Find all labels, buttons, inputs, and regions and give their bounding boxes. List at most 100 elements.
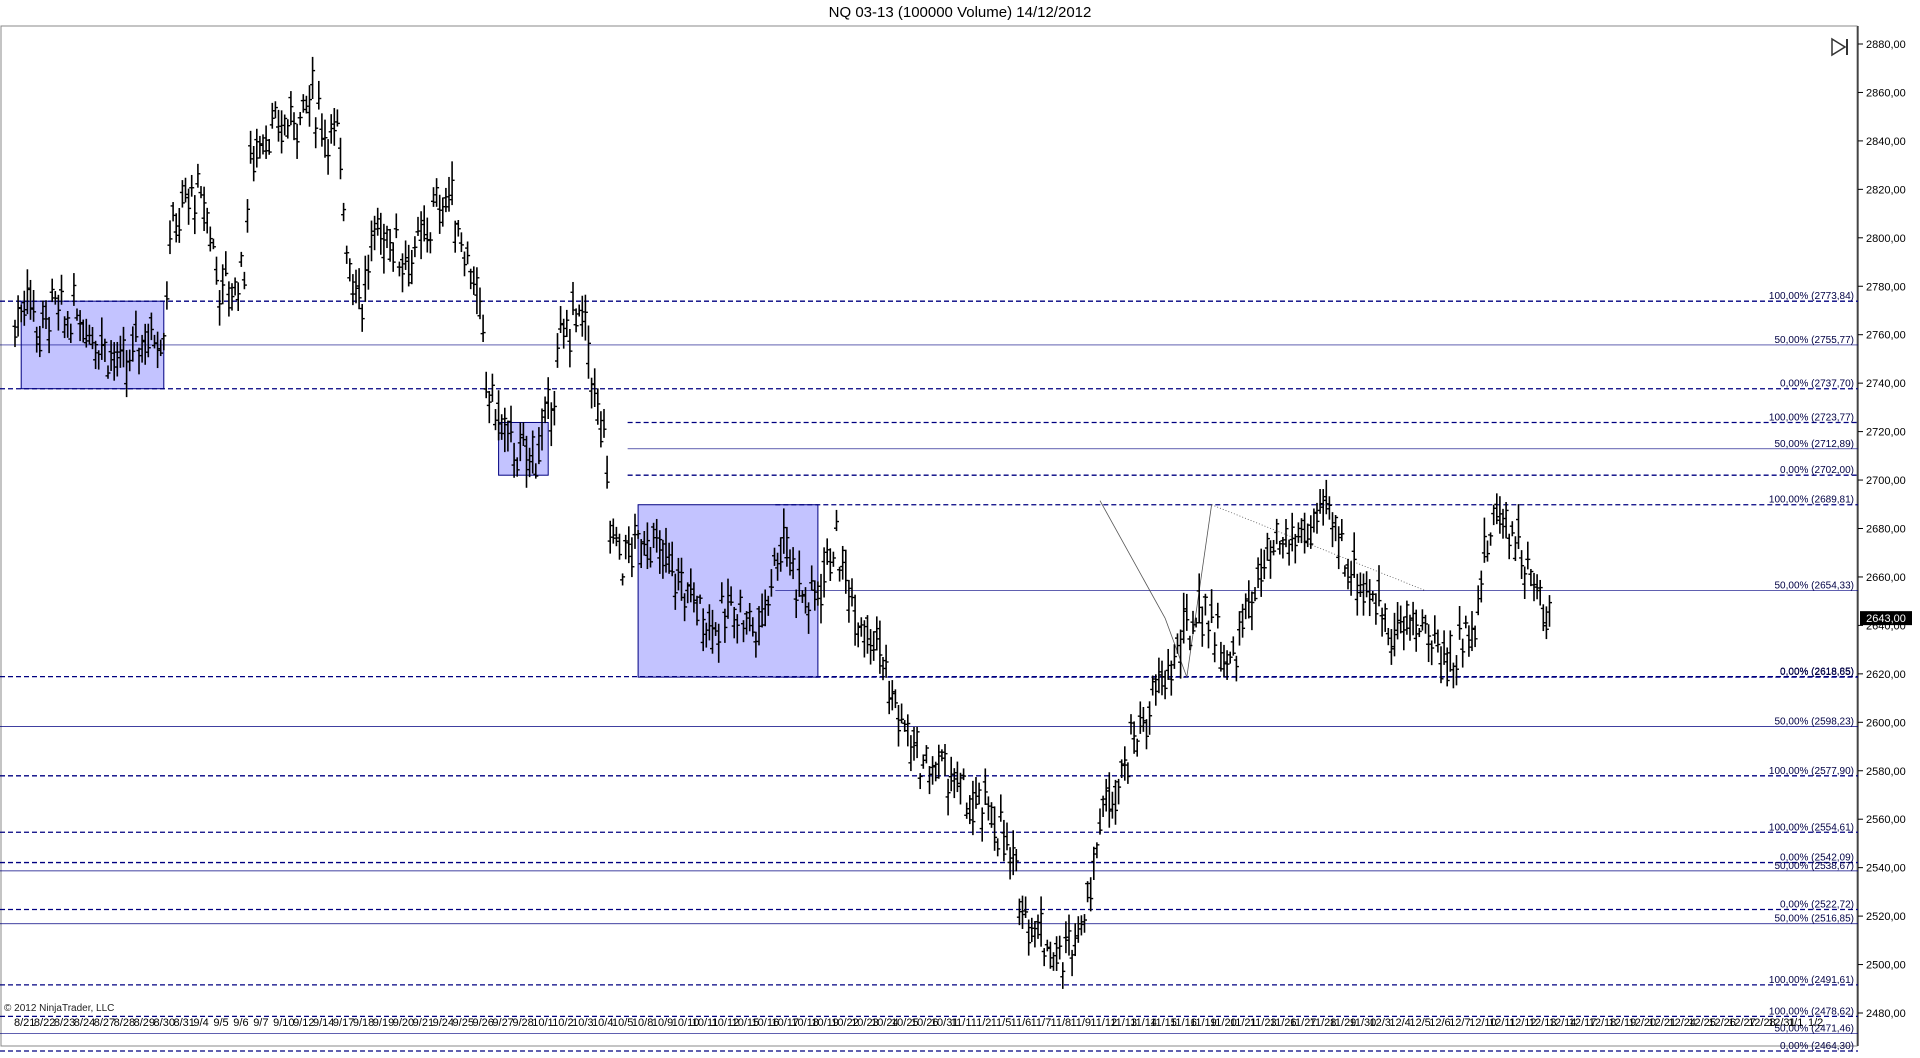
fib-level-label: 0,00% (2618,65) (1780, 667, 1854, 678)
ohlc-bar (551, 390, 557, 426)
ohlc-bar (920, 754, 926, 769)
x-tick-label: 8/23 (54, 1017, 75, 1029)
ohlc-bar (1094, 842, 1100, 859)
ohlc-bar (347, 258, 353, 282)
ohlc-bar (958, 772, 963, 805)
ohlc-bar (1509, 521, 1515, 537)
ohlc-bar (846, 579, 852, 623)
x-tick-label: 9/21 (413, 1017, 434, 1029)
ohlc-bar (189, 174, 195, 197)
ohlc-bar (1013, 848, 1019, 872)
ohlc-bar (316, 80, 322, 110)
y-tick-label: 2780,00 (1866, 281, 1906, 293)
ohlc-bar (1041, 948, 1047, 967)
ohlc-bar (415, 216, 421, 236)
y-tick-label: 2840,00 (1866, 136, 1906, 148)
ohlc-bar (462, 251, 467, 277)
ohlc-bar (350, 274, 356, 306)
ohlc-bar (359, 304, 365, 332)
ohlc-bar (409, 249, 415, 285)
x-tick-label: 10/1 (532, 1017, 553, 1029)
x-tick-label: 11/2 (971, 1017, 992, 1029)
ohlc-bar (620, 573, 626, 586)
ohlc-bar (939, 749, 945, 762)
ohlc-bar (170, 202, 176, 222)
ohlc-bar (1091, 846, 1097, 881)
ohlc-bar (1209, 589, 1215, 624)
x-tick-label: 9/20 (393, 1017, 414, 1029)
ohlc-bar (1364, 571, 1370, 598)
x-tick-label: 9/14 (313, 1017, 334, 1029)
ohlc-bar (455, 220, 461, 237)
ohlc-bar (1147, 701, 1153, 735)
ohlc-bar (223, 251, 229, 277)
x-tick-label: 8/22 (34, 1017, 55, 1029)
ohlc-bar (1283, 518, 1289, 548)
ohlc-bar (1100, 795, 1106, 818)
ohlc-bar (164, 281, 170, 310)
fib-level-label: 50,00% (2755,77) (1774, 335, 1854, 346)
ohlc-bar (294, 123, 300, 159)
ohlc-bar (1162, 670, 1168, 700)
ohlc-bar (837, 566, 843, 582)
x-tick-label: 9/12 (293, 1017, 314, 1029)
ohlc-bar (843, 549, 849, 594)
ohlc-bar (598, 411, 604, 448)
ohlc-bar (548, 402, 554, 447)
ohlc-bar (344, 245, 350, 264)
ohlc-bar (1354, 573, 1360, 616)
fib-level-label: 50,00% (2538,67) (1774, 861, 1854, 872)
ohlc-bar (1447, 630, 1453, 672)
x-tick-label: 9/26 (472, 1017, 493, 1029)
ohlc-bar (173, 213, 179, 243)
fib-level-label: 100,00% (2554,61) (1769, 822, 1854, 833)
ohlc-bar (341, 202, 347, 222)
ohlc-bar (1491, 504, 1497, 526)
x-tick-label: 10/5 (612, 1017, 633, 1029)
ohlc-bar (1454, 655, 1459, 686)
ohlc-bar (1156, 657, 1162, 694)
ohlc-bar (892, 689, 898, 709)
ohlc-bar (1001, 819, 1007, 862)
ohlc-bar (257, 135, 263, 159)
ohlc-bar (183, 177, 188, 203)
ohlc-bar (493, 409, 498, 431)
ohlc-bar (1410, 601, 1416, 636)
fib-level-label: 100,00% (2478,62) (1769, 1006, 1854, 1017)
ohlc-bar (1206, 620, 1211, 649)
ohlc-bar (1113, 779, 1118, 825)
fib-level-label: 50,00% (2516,85) (1774, 914, 1854, 925)
ohlc-bar (1230, 636, 1236, 656)
y-tick-label: 2880,00 (1866, 39, 1906, 51)
ohlc-bar (1503, 502, 1509, 539)
ohlc-bar (964, 802, 970, 819)
ohlc-bar (1010, 830, 1016, 876)
ohlc-bar (477, 287, 483, 320)
ohlc-bar (266, 139, 272, 155)
x-tick-label: 12/4 (1389, 1017, 1410, 1029)
y-tick-label: 2860,00 (1866, 87, 1906, 99)
ohlc-bar (310, 56, 316, 100)
plot-area-frame (0, 25, 1858, 1047)
price-chart[interactable]: 100,00% (2773,84) 50,00% (2755,77) 0,00% (… (0, 0, 1920, 1058)
ohlc-bar (1317, 489, 1323, 514)
ohlc-bar (431, 187, 436, 207)
ohlc-bar (176, 208, 182, 243)
ohlc-bar (1330, 512, 1335, 548)
ohlc-bar (1463, 615, 1469, 629)
copyright-text: © 2012 NinjaTrader, LLC (4, 1003, 114, 1014)
ohlc-bar (313, 117, 319, 149)
ohlc-bar (288, 91, 294, 126)
skip-to-end-icon[interactable] (1829, 36, 1851, 58)
ohlc-bar (1475, 585, 1481, 616)
ohlc-bar (427, 232, 433, 254)
x-tick-label: 10/3 (572, 1017, 593, 1029)
x-tick-label: 9/28 (512, 1017, 533, 1029)
ohlc-bar (985, 796, 991, 821)
y-tick-label: 2680,00 (1866, 524, 1906, 536)
fibonacci-levels: 100,00% (2773,84) 50,00% (2755,77) 0,00% (… (0, 291, 1858, 1052)
ohlc-bar (338, 137, 343, 180)
y-tick-label: 2480,00 (1866, 1008, 1906, 1020)
ohlc-bar (555, 333, 560, 368)
ohlc-bar (821, 547, 827, 598)
